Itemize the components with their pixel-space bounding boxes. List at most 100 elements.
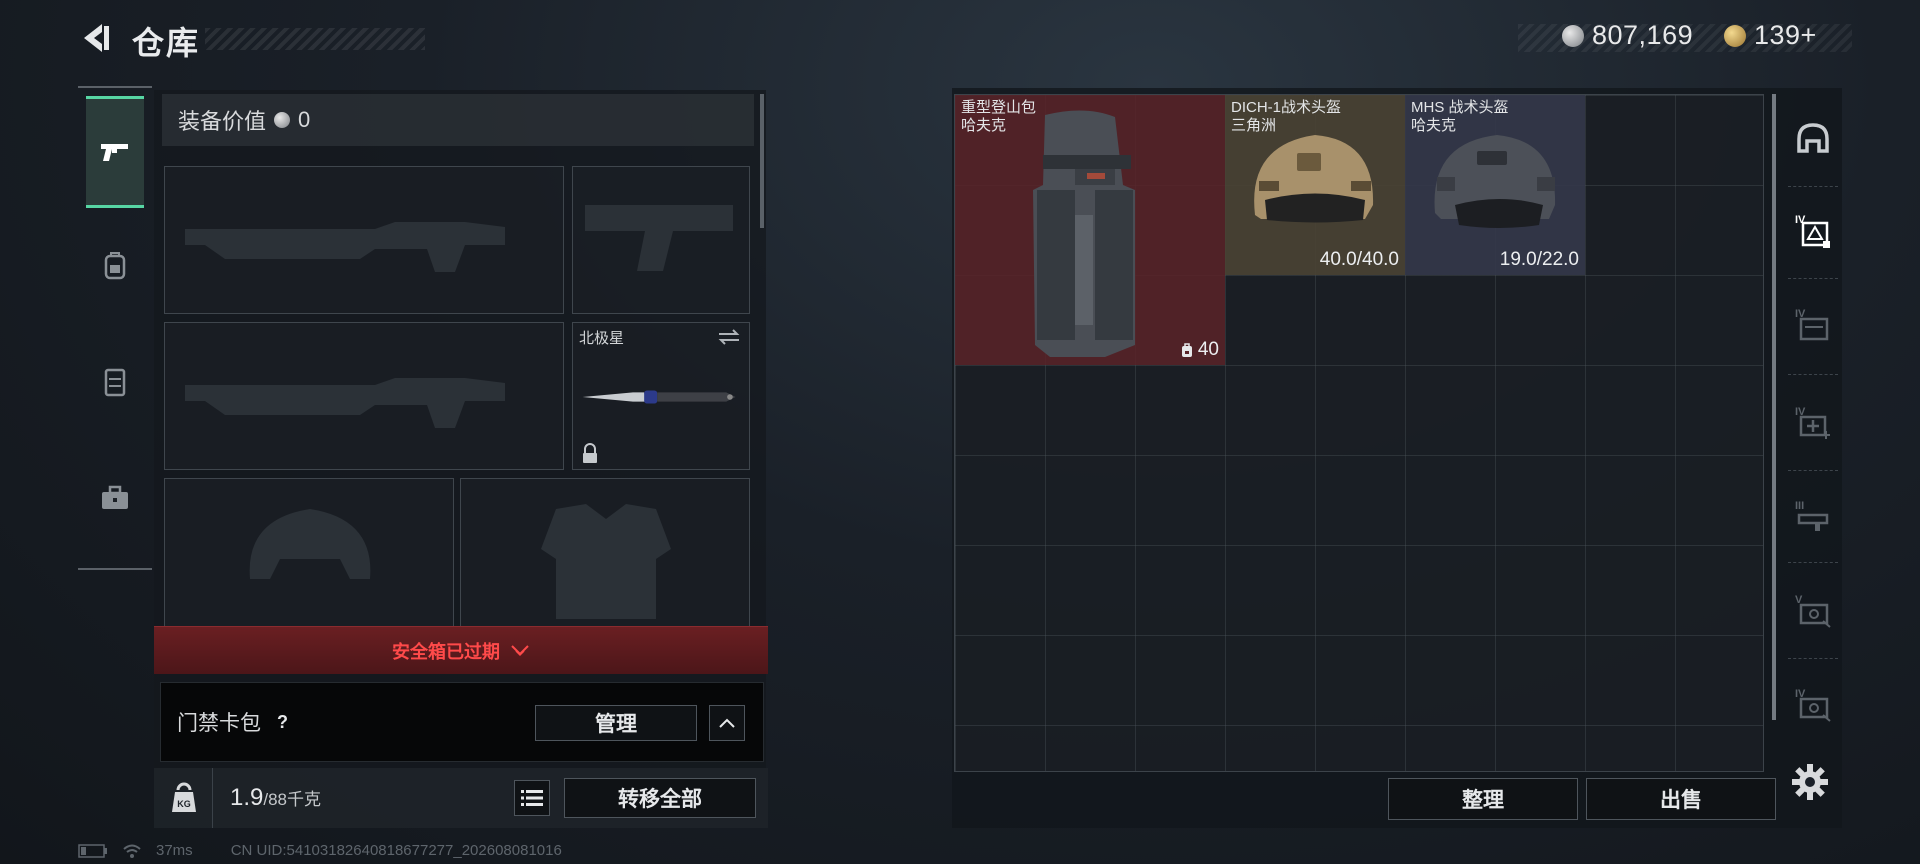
- stash-grid[interactable]: 重型登山包 哈夫克 40 DICH-1战术头盔 三角洲 40.0/40.0 MH…: [954, 94, 1764, 772]
- filter-ammo[interactable]: III: [1790, 494, 1836, 540]
- item-capacity: 40: [1180, 339, 1219, 361]
- case-tier-icon: IV: [1795, 308, 1829, 341]
- list-view-button[interactable]: [514, 780, 550, 816]
- item-brand: 哈夫克: [961, 117, 1007, 134]
- wifi-icon: [123, 844, 141, 858]
- knife-image: [582, 390, 736, 404]
- manage-button[interactable]: 管理: [535, 705, 697, 741]
- pistol-silhouette-icon: [585, 205, 733, 271]
- filter-armor[interactable]: IV: [1790, 208, 1836, 254]
- gear-icon: [1792, 764, 1828, 800]
- helmet-silhouette-icon: [249, 509, 371, 579]
- item-name: DICH-1战术头盔: [1231, 99, 1342, 116]
- melee-slot[interactable]: 北极星: [572, 322, 750, 470]
- item-name-block: MHS 战术头盔 哈夫克: [1411, 99, 1509, 135]
- settings-button[interactable]: [1790, 762, 1830, 802]
- stash-filter-icons: IV IV IV III V IV: [1784, 94, 1840, 744]
- chevron-up-icon: [719, 718, 735, 728]
- backpack-image: [1033, 110, 1135, 357]
- pistol-slot[interactable]: [572, 166, 750, 314]
- item-name-block: DICH-1战术头盔 三角洲: [1231, 99, 1341, 135]
- weight-max: /88千克: [263, 790, 322, 809]
- ping-text: 37ms: [156, 842, 193, 859]
- tab-toolbox[interactable]: [86, 442, 144, 554]
- help-icon[interactable]: ?: [277, 712, 288, 733]
- swap-icon[interactable]: [717, 329, 741, 345]
- silver-coin-icon: [1562, 24, 1584, 47]
- item-name: 重型登山包: [961, 99, 1037, 116]
- sell-button[interactable]: 出售: [1586, 778, 1776, 820]
- filter-medkit[interactable]: IV: [1790, 400, 1836, 446]
- item-name-block: 重型登山包 哈夫克: [961, 99, 1036, 135]
- primary-weapon-slot[interactable]: [164, 166, 564, 314]
- silver-currency: 807,169: [1562, 20, 1693, 51]
- svg-text:III: III: [1795, 500, 1804, 512]
- keycard-bar: 门禁卡包 ? 管理: [160, 682, 764, 762]
- silver-amount: 807,169: [1592, 20, 1694, 50]
- battery-icon: [78, 843, 107, 858]
- collapse-button[interactable]: [709, 705, 745, 741]
- rifle-silhouette-icon: [185, 378, 505, 428]
- gold-currency[interactable]: 139+: [1724, 20, 1817, 51]
- back-button[interactable]: [78, 20, 114, 56]
- briefcase-icon: [102, 485, 128, 509]
- melee-slot-label: 北极星: [579, 330, 625, 347]
- stash-item-mhs-helmet[interactable]: MHS 战术头盔 哈夫克 19.0/22.0: [1405, 95, 1585, 275]
- gold-amount: 139+: [1754, 20, 1817, 50]
- safebox-expired-banner[interactable]: 安全箱已过期: [154, 626, 768, 674]
- rifle-silhouette-icon: [185, 222, 505, 272]
- equipment-value: 0: [298, 107, 311, 132]
- kettlebell-icon: KG: [172, 782, 196, 812]
- stash-item-backpack[interactable]: 重型登山包 哈夫克 40: [955, 95, 1225, 365]
- filter-attachments[interactable]: IV: [1790, 682, 1836, 728]
- keycard-label-group: 门禁卡包 ?: [177, 707, 288, 737]
- lock-icon: [583, 443, 597, 463]
- helmet-icon: [1797, 123, 1829, 153]
- medkit-tier-icon: IV: [1795, 406, 1830, 439]
- pistol-icon: [101, 144, 128, 161]
- ammo-tier-icon: III: [1795, 500, 1829, 531]
- filter-parts[interactable]: V: [1790, 588, 1836, 634]
- back-arrow-icon: [84, 24, 109, 52]
- filter-case[interactable]: IV: [1790, 302, 1836, 348]
- equipment-tabs: [78, 86, 152, 570]
- tab-backpack[interactable]: [86, 210, 144, 322]
- stash-item-dich1-helmet[interactable]: DICH-1战术头盔 三角洲 40.0/40.0: [1225, 95, 1405, 275]
- tab-rig[interactable]: [86, 326, 144, 438]
- title-decoration: [205, 28, 425, 50]
- weight-icon: KG: [166, 780, 202, 816]
- armor-slot[interactable]: [460, 478, 750, 628]
- filter-helmet[interactable]: [1790, 116, 1836, 162]
- chevron-down-icon: [511, 644, 529, 656]
- backpack-icon: [104, 252, 126, 280]
- equipment-value-bar: 装备价值 0: [162, 94, 754, 146]
- divider: [212, 768, 213, 828]
- weight-icon-text: KG: [177, 799, 191, 809]
- weight-current: 1.9: [230, 784, 264, 811]
- tab-weapons[interactable]: [86, 96, 144, 208]
- item-brand: 哈夫克: [1411, 117, 1457, 134]
- armor-silhouette-icon: [541, 504, 671, 619]
- item-durability: 40.0/40.0: [1319, 249, 1399, 270]
- item-value: 40: [1197, 339, 1219, 360]
- helmet-slot[interactable]: [164, 478, 454, 628]
- sort-button[interactable]: 整理: [1388, 778, 1578, 820]
- secondary-weapon-slot[interactable]: [164, 322, 564, 470]
- stash-scrollbar[interactable]: [1772, 94, 1776, 720]
- keycard-label: 门禁卡包: [177, 712, 261, 735]
- gold-coin-icon: [1724, 24, 1746, 47]
- item-name: MHS 战术头盔: [1411, 99, 1509, 116]
- item-brand: 三角洲: [1231, 117, 1277, 134]
- backpack-small-icon: [1181, 343, 1192, 357]
- equipment-value-label: 装备价值: [178, 109, 267, 134]
- transfer-all-button[interactable]: 转移全部: [564, 778, 756, 818]
- weight-readout: 1.9/88千克: [230, 784, 321, 812]
- page-title: 仓库: [132, 25, 201, 61]
- part-tier-icon: V: [1795, 594, 1831, 628]
- status-bar: 37ms CN UID:54103182640818677277_2026080…: [78, 842, 562, 859]
- armor-tier-icon: IV: [1795, 214, 1830, 248]
- safebox-expired-text: 安全箱已过期: [392, 641, 500, 662]
- uid-text: CN UID:54103182640818677277_202608081016: [230, 842, 562, 859]
- attachment-tier-icon: IV: [1795, 688, 1831, 722]
- equipment-scrollbar[interactable]: [760, 94, 764, 228]
